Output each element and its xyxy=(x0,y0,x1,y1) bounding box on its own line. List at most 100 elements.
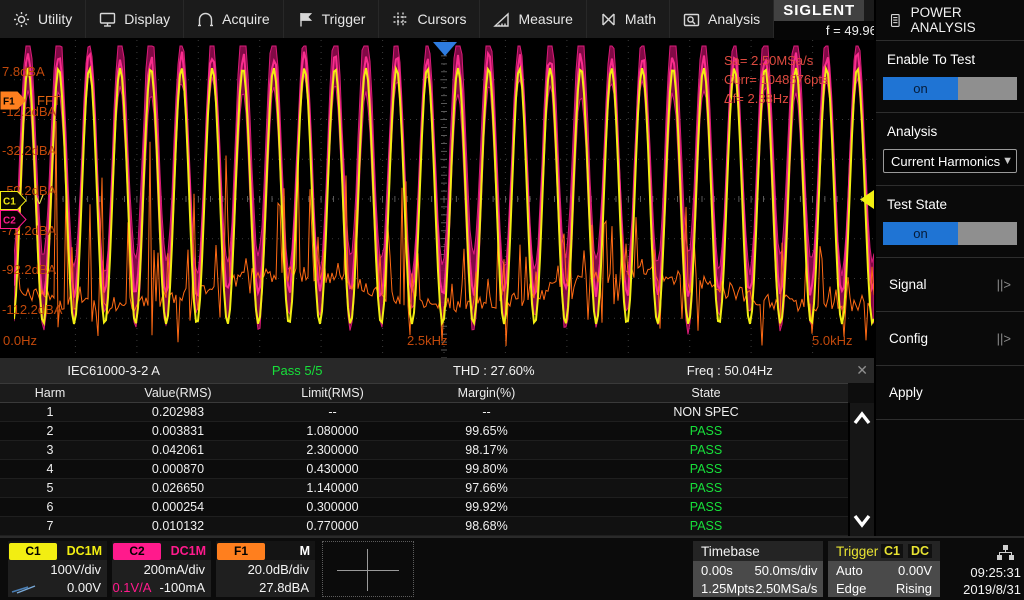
acquire-icon xyxy=(197,11,214,28)
value-cell: 0.026650 xyxy=(100,479,256,497)
f1-math-descriptor[interactable]: F1 M 20.0dB/div 27.8dBA xyxy=(216,541,315,597)
scroll-down-button[interactable] xyxy=(850,506,874,536)
table-scrollbar[interactable] xyxy=(848,403,874,536)
test-state-toggle[interactable]: on xyxy=(883,222,1017,245)
table-body: 10.202983----NON SPEC 20.0038311.0800009… xyxy=(0,403,874,536)
probe-icon xyxy=(11,583,37,594)
f1-channel-marker[interactable]: F1 xyxy=(0,91,27,110)
state-cell: PASS xyxy=(564,517,848,535)
c2-offset: -100mA xyxy=(159,579,205,597)
harm-cell: 4 xyxy=(0,460,100,478)
menu-math[interactable]: Math xyxy=(587,0,670,38)
menu-utility[interactable]: Utility xyxy=(0,0,86,38)
waveform-display: 7.8dBA -12.2dBA -32.2dBA -52.2dBA -72.2d… xyxy=(0,40,874,358)
trigger-slope: Rising xyxy=(878,581,932,596)
analysis-section: Analysis Current Harmonics ▼ xyxy=(876,113,1024,186)
freq-axis-mid-label: 2.5kHz xyxy=(407,333,447,348)
enable-to-test-section: Enable To Test on xyxy=(876,41,1024,113)
analysis-label: Analysis xyxy=(887,124,1017,139)
f1-scale: 20.0dB/div xyxy=(220,561,309,579)
submenu-arrow-icon: ||> xyxy=(997,331,1011,346)
timebase-scale: 50.0ms/div xyxy=(754,563,817,578)
limit-cell: 0.300000 xyxy=(256,498,409,516)
menu-display[interactable]: Display xyxy=(86,0,184,38)
f1-offset: 27.8dBA xyxy=(220,579,309,597)
f1-mode: M xyxy=(300,544,310,558)
top-menu-bar: Utility Display Acquire Trigger Cursors … xyxy=(0,0,874,40)
channel2-descriptor[interactable]: C2 DC1M 200mA/div 0.1V/A -100mA xyxy=(112,541,211,597)
table-row: 20.0038311.08000099.65%PASS xyxy=(0,422,848,441)
header-margin: Margin(%) xyxy=(409,384,564,402)
c1-channel-marker[interactable]: C1 xyxy=(0,191,27,210)
margin-cell: 98.17% xyxy=(409,441,564,459)
pass-status: Pass 5/5 xyxy=(227,363,367,378)
margin-cell: 98.68% xyxy=(409,517,564,535)
db-axis-label: -32.2dBA xyxy=(2,143,56,158)
limit-cell: 2.300000 xyxy=(256,441,409,459)
panel-title-bar: POWER ANALYSIS xyxy=(876,0,1024,41)
scroll-up-button[interactable] xyxy=(850,403,874,433)
state-cell: PASS xyxy=(564,460,848,478)
time-readout: 09:25:31 xyxy=(945,564,1021,581)
menu-trigger[interactable]: Trigger xyxy=(284,0,380,38)
limit-cell: 1.080000 xyxy=(256,422,409,440)
c2-channel-marker[interactable]: C2 xyxy=(0,210,27,229)
timebase-descriptor[interactable]: Timebase 0.00s 50.0ms/div 1.25Mpts 2.50M… xyxy=(693,541,823,597)
table-title-bar: IEC61000-3-2 A Pass 5/5 THD : 27.60% Fre… xyxy=(0,358,874,383)
margin-cell: 99.65% xyxy=(409,422,564,440)
trigger-position-marker[interactable] xyxy=(433,42,457,56)
report-icon xyxy=(889,12,902,29)
menu-analysis[interactable]: Analysis xyxy=(670,0,774,38)
close-icon[interactable]: ✕ xyxy=(856,362,868,379)
db-axis-label: -92.2dBA xyxy=(2,262,56,277)
submenu-arrow-icon: ||> xyxy=(997,277,1011,292)
math-icon xyxy=(600,11,617,28)
menu-cursors-label: Cursors xyxy=(417,11,466,27)
oscilloscope-screen: { "menu": { "items": [ {"label": "Utilit… xyxy=(0,0,1024,600)
f1-badge: F1 xyxy=(217,543,265,560)
timebase-points: 1.25Mpts xyxy=(701,581,754,596)
menu-trigger-label: Trigger xyxy=(322,11,366,27)
config-menu-item[interactable]: Config ||> xyxy=(876,312,1024,366)
state-cell: PASS xyxy=(564,498,848,516)
freq-readout-table: Freq : 50.04Hz xyxy=(621,363,840,378)
network-icon xyxy=(996,544,1015,562)
limit-cell: 1.140000 xyxy=(256,479,409,497)
trigger-mode: Auto xyxy=(836,563,878,578)
table-row: 10.202983----NON SPEC xyxy=(0,403,848,422)
trigger-source: C1 xyxy=(881,544,903,558)
delta-f-info: Δf= 2.38Hz xyxy=(724,89,828,108)
db-axis-label: -112.2dBA xyxy=(2,302,62,317)
harm-cell: 2 xyxy=(0,422,100,440)
enable-to-test-toggle[interactable]: on xyxy=(883,77,1017,100)
harm-cell: 7 xyxy=(0,517,100,535)
c1-marker-label: C1 xyxy=(3,197,16,208)
menu-cursors[interactable]: Cursors xyxy=(379,0,480,38)
menu-acquire[interactable]: Acquire xyxy=(184,0,283,38)
config-label: Config xyxy=(889,331,928,346)
menu-acquire-label: Acquire xyxy=(222,11,269,27)
c1-badge: C1 xyxy=(9,543,57,560)
signal-menu-item[interactable]: Signal ||> xyxy=(876,258,1024,312)
analysis-dropdown[interactable]: Current Harmonics ▼ xyxy=(883,149,1017,173)
chevron-down-icon: ▼ xyxy=(1002,155,1013,167)
header-limit: Limit(RMS) xyxy=(256,384,409,402)
header-value: Value(RMS) xyxy=(100,384,256,402)
table-row: 60.0002540.30000099.92%PASS xyxy=(0,498,848,517)
apply-menu-item[interactable]: Apply xyxy=(876,366,1024,420)
trigger-level-marker[interactable] xyxy=(860,190,874,209)
menu-measure[interactable]: Measure xyxy=(480,0,586,38)
acquisition-info: Sa= 2.50MSa/s Curr= 1048576pts Δf= 2.38H… xyxy=(724,51,828,108)
test-state-section: Test State on xyxy=(876,186,1024,258)
menu-utility-label: Utility xyxy=(38,11,72,27)
limit-cell: 0.430000 xyxy=(256,460,409,478)
analysis-icon xyxy=(683,11,700,28)
state-cell: NON SPEC xyxy=(564,403,848,421)
trigger-descriptor[interactable]: Trigger C1 DC Auto 0.00V Edge Rising xyxy=(828,541,940,597)
table-row: 70.0101320.77000098.68%PASS xyxy=(0,517,848,536)
chevron-up-icon xyxy=(853,411,871,425)
bottom-status-bar: C1 DC1M 100V/div 0.00V C2 DC1M 200mA/div… xyxy=(0,536,1024,600)
channel1-descriptor[interactable]: C1 DC1M 100V/div 0.00V xyxy=(8,541,107,597)
cross-icon xyxy=(367,549,368,591)
timebase-label: Timebase xyxy=(701,544,760,559)
